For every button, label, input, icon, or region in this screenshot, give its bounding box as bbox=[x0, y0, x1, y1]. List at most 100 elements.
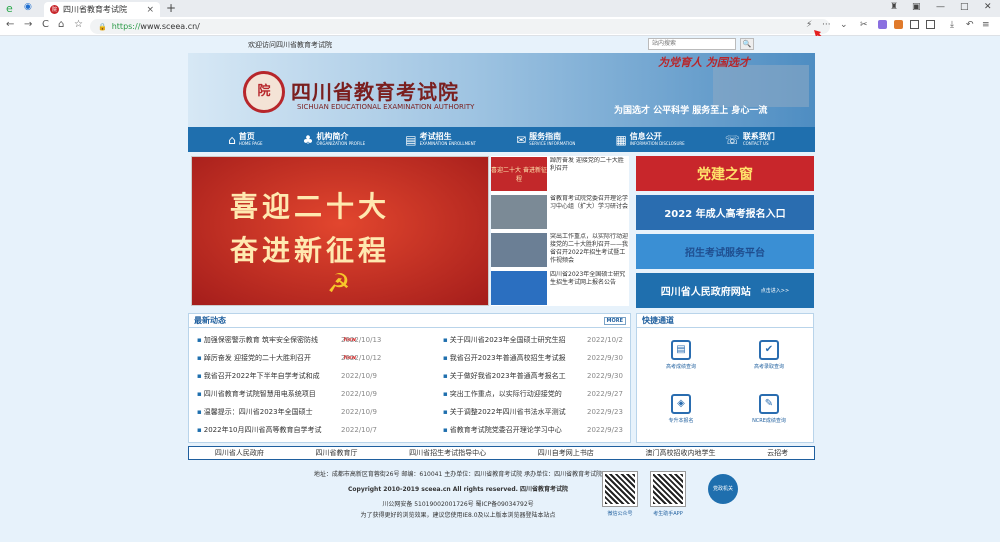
news-date: 2022/9/30 bbox=[587, 354, 623, 362]
news-row[interactable]: ▪ 踔厉奋发 迎接党的二十大胜利召开 New 2022/10/12 bbox=[197, 352, 407, 364]
bullet-icon: ▪ bbox=[197, 390, 202, 398]
headline-thumbnail bbox=[491, 233, 547, 267]
news-row[interactable]: ▪ 温馨提示：四川省2023年全国硕士 2022/10/9 bbox=[197, 406, 407, 418]
news-row[interactable]: ▪ 2022年10月四川省高等教育自学考试 2022/10/7 bbox=[197, 424, 407, 436]
quick-item-icon: ▤ bbox=[671, 340, 691, 360]
news-title: 关于调整2022年四川省书法水平测试 bbox=[449, 408, 566, 416]
site-footer: 地址：成都市高新区育蓉街26号 邮编：610041 主办单位：四川省教育考试院 … bbox=[188, 466, 815, 542]
news-row[interactable]: ▪ 省教育考试院党委召开理论学习中心 2022/9/23 bbox=[443, 424, 653, 436]
news-row[interactable]: ▪ 突出工作重点，以实际行动迎接党的 2022/9/27 bbox=[443, 388, 653, 400]
nav-item-5[interactable]: ☏ 联系我们 CONTACT US bbox=[725, 133, 775, 147]
news-title: 温馨提示：四川省2023年全国硕士 bbox=[203, 408, 313, 416]
news-row[interactable]: ▪ 加强保密警示教育 筑牢安全保密防线 New 2022/10/13 bbox=[197, 334, 407, 346]
friendly-link[interactable]: 四川省教育厅 bbox=[315, 448, 357, 458]
quick-item[interactable]: ◈ 专升本报名 bbox=[651, 394, 711, 424]
quick-item[interactable]: ✎ NCRE成绩查询 bbox=[739, 394, 799, 424]
window-icon[interactable] bbox=[910, 20, 919, 29]
news-row[interactable]: ▪ 四川省教育考试院智慧用电系统项目 2022/10/9 bbox=[197, 388, 407, 400]
news-row[interactable]: ▪ 我省召开2023年普通高校招生考试报 2022/9/30 bbox=[443, 352, 653, 364]
news-date: 2022/9/30 bbox=[587, 372, 623, 380]
download-icon[interactable]: ⤓ bbox=[950, 20, 954, 30]
news-row[interactable]: ▪ 关于做好我省2023年普通高考报名工 2022/9/30 bbox=[443, 370, 653, 382]
news-title: 关于四川省2023年全国硕士研究生招 bbox=[449, 336, 566, 344]
tab-sceea[interactable]: 院 四川省教育考试院 × bbox=[44, 2, 160, 17]
news-row[interactable]: ▪ 关于四川省2023年全国硕士研究生招 2022/10/2 bbox=[443, 334, 653, 346]
back-button[interactable]: ← bbox=[6, 19, 14, 30]
friendly-link[interactable]: 澳门高校招收内地学生 bbox=[645, 448, 715, 458]
nav-item-3[interactable]: ✉ 服务指南 SERVICE INFORMATION bbox=[516, 133, 575, 147]
forward-button[interactable]: → bbox=[24, 19, 32, 30]
close-window-button[interactable]: ✕ bbox=[984, 2, 992, 12]
right-banner-2[interactable]: 招生考试服务平台 bbox=[636, 234, 814, 269]
news-date: 2022/10/9 bbox=[341, 390, 377, 398]
headline-item[interactable]: 喜迎二十大 奋进新征程 踔厉奋发 迎接党的二十大胜利召开 bbox=[491, 157, 629, 193]
nav-item-0[interactable]: ⌂ 首页 HOME PAGE bbox=[228, 133, 262, 147]
right-banner-0[interactable]: 党建之窗 bbox=[636, 156, 814, 191]
lightning-icon[interactable]: ⚡ bbox=[806, 20, 812, 30]
favorite-star-icon[interactable]: ☆ bbox=[74, 19, 83, 30]
headline-item[interactable]: 四川省2023年全国硕士研究生招生考试网上报名公告 bbox=[491, 271, 629, 307]
news-title: 突出工作重点，以实际行动迎接党的 bbox=[449, 390, 562, 398]
more-button[interactable]: MORE bbox=[603, 317, 626, 325]
nav-label-en: HOME PAGE bbox=[238, 141, 263, 146]
quick-access-panel: 快捷通道 ▤ 高考成绩查询 ✔ 高考录取查询 ◈ 专升本报名 ✎ NCRE成绩查询 bbox=[636, 313, 814, 443]
headline-item[interactable]: 突出工作重点，以实际行动迎接党的二十大胜利召开——我省召开2022年招生考试暨工… bbox=[491, 233, 629, 269]
news-title: 四川省教育考试院智慧用电系统项目 bbox=[203, 390, 316, 398]
right-banner-text: 党建之窗 bbox=[697, 166, 753, 183]
minimize-button[interactable]: — bbox=[936, 2, 945, 12]
friendly-link[interactable]: 云招考 bbox=[767, 448, 788, 458]
shirt-icon[interactable]: ♜ bbox=[890, 2, 898, 12]
sidebar-toggle-icon[interactable]: ◉ bbox=[24, 2, 32, 12]
tab-close-icon[interactable]: × bbox=[146, 5, 154, 15]
headline-thumbnail bbox=[491, 195, 547, 229]
quick-item[interactable]: ▤ 高考成绩查询 bbox=[651, 340, 711, 370]
menu-icon[interactable]: ≡ bbox=[982, 20, 990, 30]
restore-window-icon[interactable]: ▣ bbox=[912, 2, 921, 12]
news-date: 2022/9/23 bbox=[587, 426, 623, 434]
news-row[interactable]: ▪ 我省召开2022年下半年自学考试和成 2022/10/9 bbox=[197, 370, 407, 382]
wechat-qr-label: 微信公众号 bbox=[607, 511, 633, 517]
game-icon[interactable] bbox=[894, 20, 903, 29]
quick-item-label: 专升本报名 bbox=[668, 418, 694, 424]
expand-icon[interactable]: ⌄ bbox=[840, 20, 848, 30]
news-title: 我省召开2022年下半年自学考试和成 bbox=[203, 372, 320, 380]
new-tab-button[interactable]: + bbox=[166, 1, 176, 15]
reload-button[interactable]: C bbox=[42, 19, 49, 30]
nav-label-en: ORGANIZATION PROFILE bbox=[316, 141, 366, 146]
home-button[interactable]: ⌂ bbox=[58, 19, 64, 30]
nav-icon: ⌂ bbox=[228, 132, 236, 147]
nav-item-1[interactable]: ♣ 机构简介 ORGANIZATION PROFILE bbox=[303, 133, 365, 147]
hero-banner[interactable]: 喜迎二十大 奋进新征程 ☭ bbox=[191, 156, 489, 306]
news-date: 2022/10/7 bbox=[341, 426, 377, 434]
welcome-text: 欢迎访问四川省教育考试院 bbox=[248, 41, 332, 49]
friendly-link[interactable]: 四川省人民政府 bbox=[215, 448, 264, 458]
friendly-link[interactable]: 四川省招生考试指导中心 bbox=[409, 448, 486, 458]
right-banner-1[interactable]: 2022 年成人高考报名入口 bbox=[636, 195, 814, 230]
extension-icon[interactable] bbox=[878, 20, 887, 29]
maximize-button[interactable]: □ bbox=[960, 2, 969, 12]
nav-label-cn: 机构简介 bbox=[316, 132, 349, 141]
search-button[interactable]: 🔍 bbox=[740, 38, 754, 50]
nav-item-4[interactable]: ▦ 信息公开 INFORMATION DISCLOSURE bbox=[615, 133, 684, 147]
scissors-icon[interactable]: ✂ bbox=[860, 20, 868, 30]
right-banner-3[interactable]: 四川省人民政府网站 点击进入>> bbox=[636, 273, 814, 308]
bullet-icon: ▪ bbox=[197, 408, 202, 416]
bullet-icon: ▪ bbox=[197, 426, 202, 434]
bullet-icon: ▪ bbox=[197, 354, 202, 362]
friendly-link[interactable]: 四川自考网上书店 bbox=[538, 448, 594, 458]
hero-line-2: 奋进新征程 bbox=[230, 234, 391, 267]
address-bar[interactable]: 🔒 https://www.sceea.cn/ bbox=[90, 19, 830, 34]
news-row[interactable]: ▪ 关于调整2022年四川省书法水平测试 2022/9/23 bbox=[443, 406, 653, 418]
tab-title: 四川省教育考试院 bbox=[63, 5, 127, 14]
nav-item-2[interactable]: ▤ 考试招生 EXAMINATION ENROLLMENT bbox=[405, 133, 476, 147]
government-badge[interactable]: 党政机关 bbox=[708, 474, 738, 504]
welcome-bar: 欢迎访问四川省教育考试院 🔍 bbox=[188, 38, 815, 52]
quick-item[interactable]: ✔ 高考录取查询 bbox=[739, 340, 799, 370]
grid-icon[interactable] bbox=[926, 20, 935, 29]
site-search-input[interactable] bbox=[648, 38, 736, 50]
nav-label: 联系我们 CONTACT US bbox=[743, 133, 775, 146]
headline-item[interactable]: 省教育考试院党委召开理论学习中心组（扩大）学习研讨会 bbox=[491, 195, 629, 231]
bullet-icon: ▪ bbox=[197, 336, 202, 344]
bullet-icon: ▪ bbox=[443, 426, 448, 434]
undo-icon[interactable]: ↶ bbox=[966, 20, 974, 30]
